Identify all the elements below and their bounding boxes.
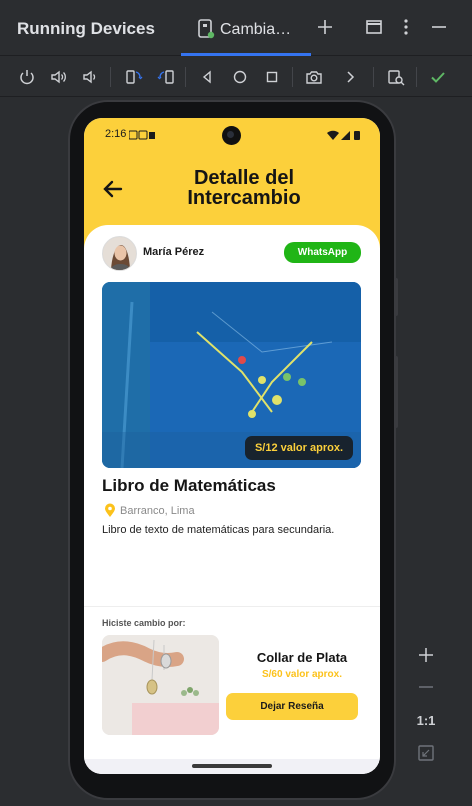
swap-item-value: S/60 valor aprox. (261, 669, 343, 680)
overview-icon[interactable] (261, 66, 283, 88)
fit-screen-button[interactable] (409, 736, 443, 770)
volume-down-icon[interactable] (79, 66, 101, 88)
device-screen: 2:16 Detalle del Intercambio María Pérez… (84, 118, 380, 774)
toolbar-separator (110, 67, 111, 87)
item-photo: S/12 valor aprox. (102, 282, 361, 468)
device-toolbar (0, 57, 472, 97)
item-value-badge: S/12 valor aprox. (244, 436, 353, 460)
leave-review-button[interactable]: Dejar Reseña (226, 693, 358, 720)
zoom-out-button[interactable] (409, 670, 443, 704)
status-bar: 2:16 (84, 118, 380, 152)
device-power-key (394, 278, 398, 316)
system-status-icons (327, 130, 360, 140)
toolbar-separator (416, 67, 417, 87)
minus-icon (419, 686, 433, 688)
toolbar-separator (292, 67, 293, 87)
window-icon[interactable] (363, 16, 385, 38)
item-location: Barranco, Lima (120, 505, 195, 517)
check-icon[interactable] (427, 66, 449, 88)
volume-up-icon[interactable] (48, 66, 70, 88)
zoom-in-button[interactable] (409, 638, 443, 672)
rotate-left-icon[interactable] (123, 66, 145, 88)
toolbar-separator (185, 67, 186, 87)
tab-label: Cambia… (220, 21, 292, 38)
swap-item-photo (102, 635, 219, 735)
plus-icon (419, 648, 433, 662)
status-time: 2:16 (105, 128, 127, 140)
device-explorer-icon[interactable] (385, 66, 407, 88)
item-title: Libro de Matemáticas (102, 476, 276, 495)
user-name[interactable]: María Pérez (143, 246, 204, 258)
location-pin-icon (105, 503, 115, 517)
toolbar-separator (373, 67, 374, 87)
fit-screen-icon (418, 745, 434, 761)
front-camera (222, 126, 241, 145)
item-description: Libro de texto de matemáticas para secun… (102, 524, 335, 536)
page-title: Detalle del Intercambio (187, 167, 301, 209)
home-icon[interactable] (229, 66, 251, 88)
more-vertical-icon[interactable] (395, 16, 417, 38)
minimize-icon[interactable] (428, 16, 450, 38)
device-volume-key (394, 356, 398, 428)
tool-window-title: Running Devices (17, 19, 155, 38)
back-arrow-icon[interactable] (100, 176, 126, 202)
whatsapp-button[interactable]: WhatsApp (284, 242, 361, 263)
swap-item-title: Collar de Plata (256, 650, 348, 665)
actual-size-button[interactable]: 1:1 (409, 703, 443, 737)
exchange-detail-card: María Pérez WhatsApp S/12 valor aprox. L… (84, 225, 380, 774)
divider (84, 606, 380, 607)
swap-label: Hiciste cambio por: (102, 618, 186, 628)
back-icon[interactable] (196, 66, 218, 88)
tab-active-indicator (181, 53, 311, 56)
notification-icons (129, 130, 155, 140)
chevron-right-icon[interactable] (339, 66, 361, 88)
tool-window-header: Running Devices Cambia… (0, 0, 472, 56)
rotate-right-icon[interactable] (155, 66, 177, 88)
power-icon[interactable] (16, 66, 38, 88)
device-tab-icon (198, 19, 215, 39)
screenshot-icon[interactable] (303, 66, 325, 88)
tab-device[interactable]: Cambia… (181, 8, 311, 56)
add-icon[interactable] (314, 16, 336, 38)
avatar[interactable] (102, 236, 137, 271)
actual-size-label: 1:1 (416, 712, 436, 728)
gesture-nav-handle[interactable] (192, 764, 272, 768)
